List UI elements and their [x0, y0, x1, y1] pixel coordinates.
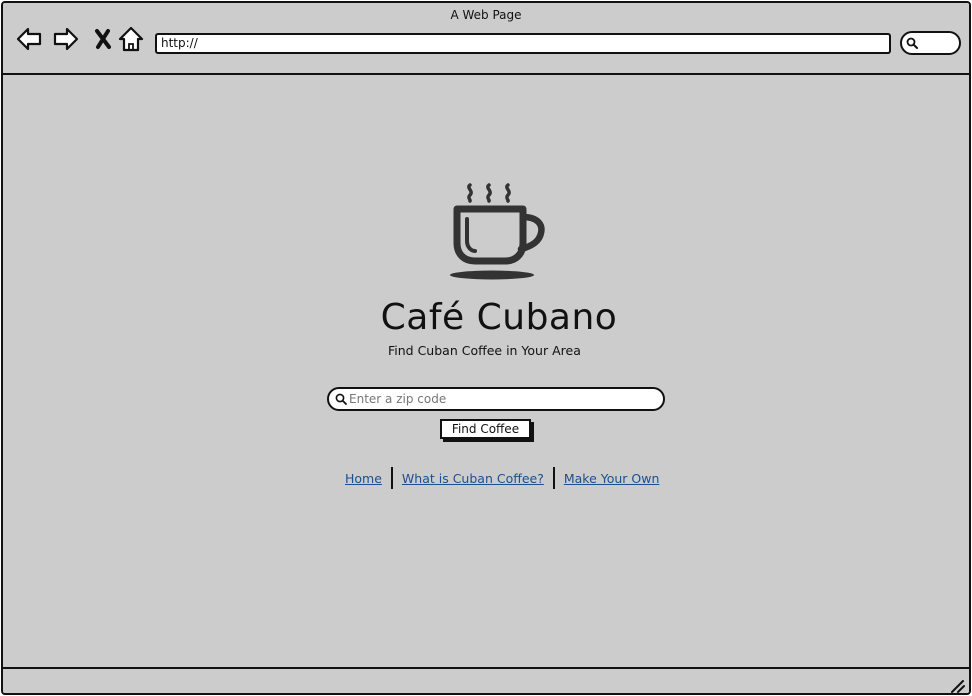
- browser-search-field[interactable]: [900, 31, 961, 55]
- zip-search-field[interactable]: [327, 387, 665, 411]
- close-icon[interactable]: [89, 25, 117, 53]
- page-content: Café Cubano Find Cuban Coffee in Your Ar…: [3, 75, 969, 667]
- link-make-your-own[interactable]: Make Your Own: [564, 471, 660, 486]
- browser-toolbar: A Web Page http://: [3, 3, 969, 75]
- link-separator: [390, 467, 393, 489]
- window-title: A Web Page: [450, 8, 522, 22]
- url-bar[interactable]: http://: [155, 33, 891, 54]
- search-icon: [906, 37, 918, 49]
- search-icon: [335, 393, 347, 405]
- home-icon[interactable]: [117, 25, 145, 53]
- page-title: Café Cubano: [380, 297, 618, 338]
- link-separator: [552, 467, 555, 489]
- link-what-is-cuban-coffee[interactable]: What is Cuban Coffee?: [402, 471, 544, 486]
- find-coffee-button[interactable]: Find Coffee: [440, 419, 531, 439]
- page-tagline: Find Cuban Coffee in Your Area: [388, 343, 581, 358]
- footer-links: Home What is Cuban Coffee? Make Your Own: [345, 465, 659, 491]
- coffee-cup-icon: [445, 181, 545, 281]
- link-home[interactable]: Home: [345, 471, 382, 486]
- back-arrow-icon[interactable]: [15, 25, 43, 53]
- browser-window: A Web Page http:// Café Cubano Find Cuba…: [1, 1, 971, 695]
- zip-code-input[interactable]: [349, 389, 649, 409]
- status-bar: [3, 667, 969, 693]
- resize-grip-icon[interactable]: [949, 677, 965, 693]
- forward-arrow-icon[interactable]: [52, 25, 80, 53]
